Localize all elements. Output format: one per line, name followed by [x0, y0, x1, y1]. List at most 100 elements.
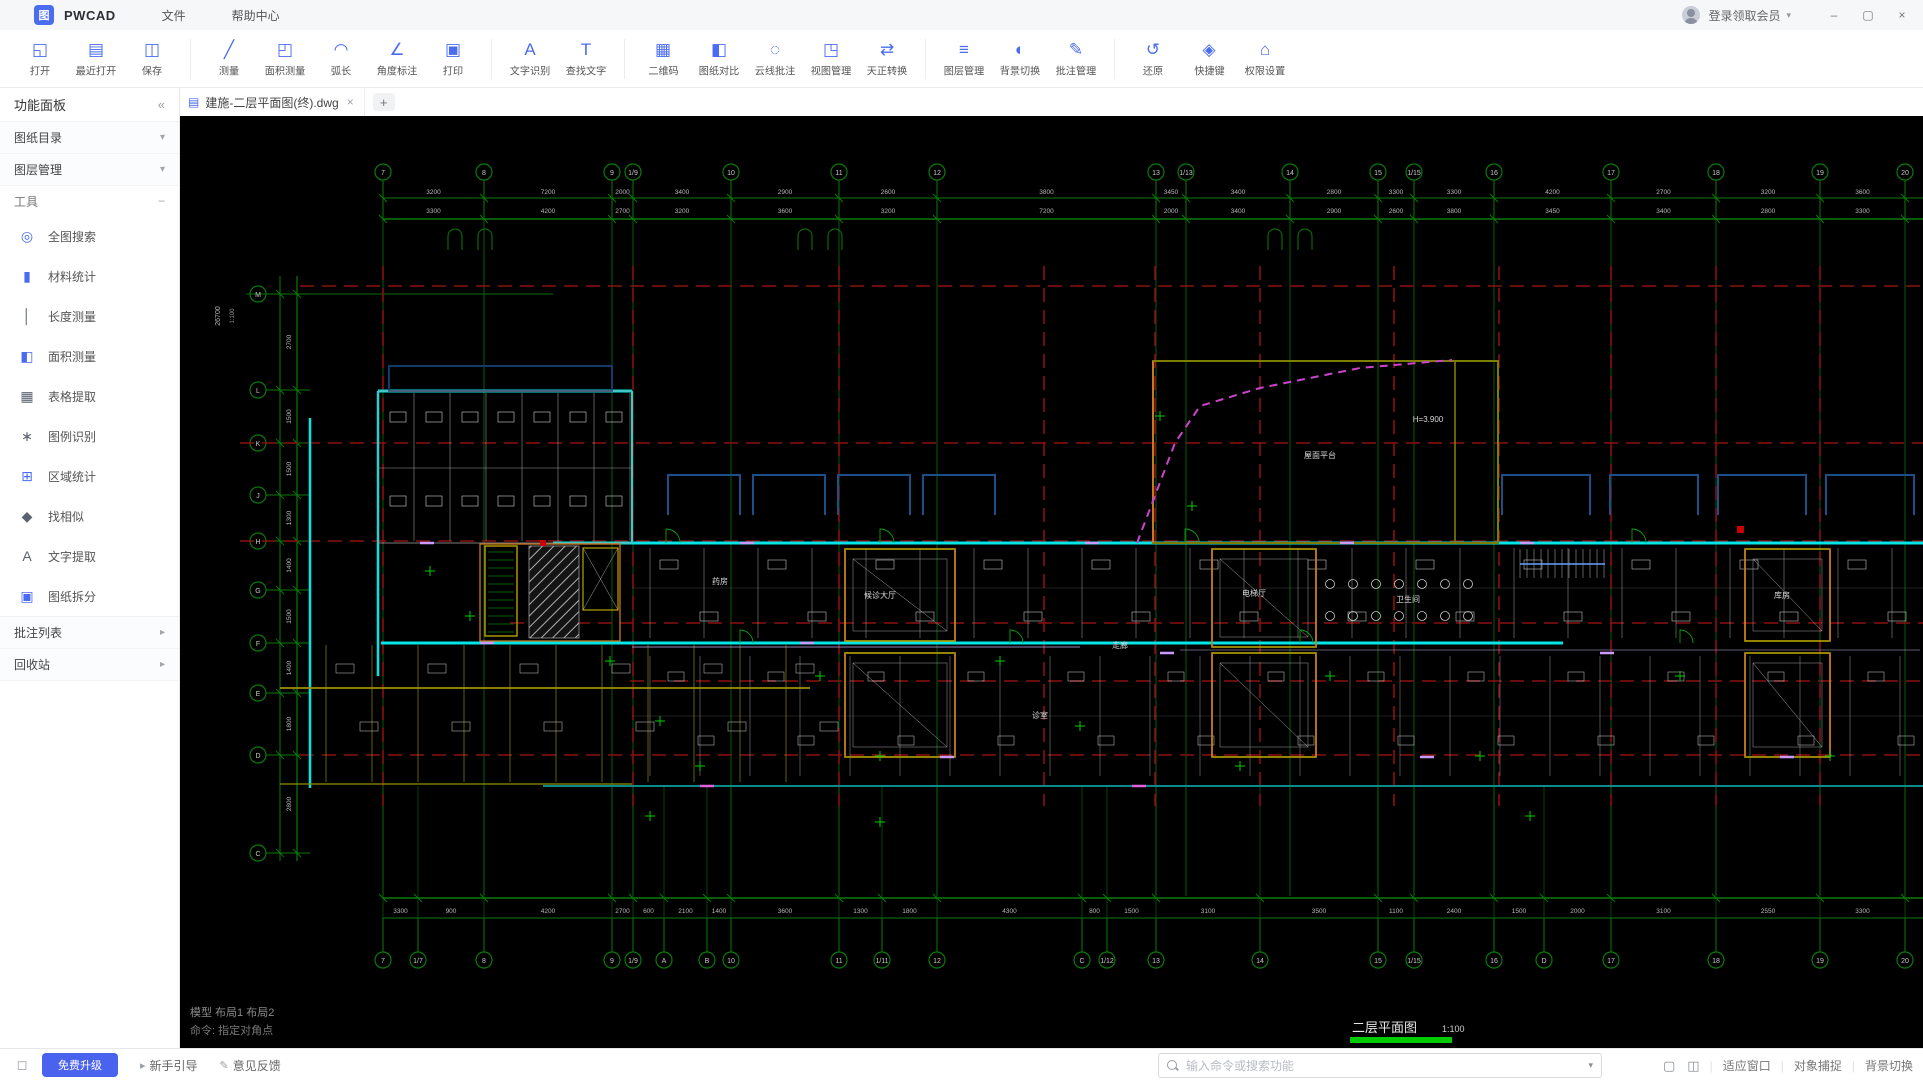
statusbar-item-0[interactable]: 适应窗口: [1723, 1057, 1771, 1074]
statusbar-link-label: 新手引导: [149, 1058, 198, 1073]
svg-text:G: G: [255, 588, 260, 595]
toolbar-permissions-button[interactable]: ⌂ 权限设置: [1237, 36, 1293, 81]
close-button[interactable]: ×: [1885, 0, 1919, 30]
minimize-button[interactable]: –: [1817, 0, 1851, 30]
svg-text:2800: 2800: [286, 796, 293, 811]
sidebar-section-layer-list[interactable]: 图层管理 ▾: [0, 154, 179, 186]
svg-text:走廊: 走廊: [1112, 640, 1128, 650]
tab-close-icon[interactable]: ×: [347, 95, 354, 109]
chevron-down-icon[interactable]: ▾: [160, 164, 165, 175]
svg-text:14: 14: [1256, 958, 1264, 965]
command-dropdown-icon[interactable]: ▾: [1588, 1060, 1593, 1071]
toolbar-layer-manager-button[interactable]: ≡ 图层管理: [936, 36, 992, 81]
toolbar-shortcuts-label: 快捷键: [1193, 66, 1225, 78]
user-caret-icon[interactable]: ▾: [1786, 10, 1791, 21]
status-app-icon[interactable]: ◻: [14, 1057, 30, 1073]
menu-item-1[interactable]: 帮助中心: [232, 7, 280, 24]
statusbar-separator: |: [1780, 1058, 1784, 1073]
drawing-tab-title: 建施-二层平面图(终).dwg: [205, 95, 339, 110]
shortcuts-icon: ◈: [1202, 40, 1216, 59]
toolbar-print-button[interactable]: ▣ 打印: [425, 36, 481, 81]
svg-text:2700: 2700: [1656, 189, 1671, 196]
svg-text:1400: 1400: [286, 558, 293, 573]
toolbar-measure-button[interactable]: ╱ 测量: [201, 36, 257, 81]
toolbar-area-measure-button[interactable]: ◰ 面积测量: [257, 36, 313, 81]
sidebar-item-table-extract[interactable]: ▦ 表格提取: [0, 376, 179, 416]
toolbar-save-button[interactable]: ◫ 保存: [124, 36, 180, 81]
sidebar-item-length-measure[interactable]: │ 长度测量: [0, 296, 179, 336]
svg-text:3400: 3400: [1656, 208, 1671, 215]
statusbar-item-1[interactable]: 对象捕捉: [1794, 1057, 1842, 1074]
sidebar-item-material-stats[interactable]: ▮ 材料统计: [0, 256, 179, 296]
statusbar-item-2[interactable]: 背景切换: [1865, 1057, 1913, 1074]
svg-text:1:100: 1:100: [230, 308, 236, 324]
upgrade-button[interactable]: 免费升级: [42, 1053, 118, 1077]
legend-recognize-icon: ∗: [21, 427, 33, 444]
sidebar-section-recycle-bin[interactable]: 回收站 ▸: [0, 649, 179, 681]
drawing-viewport[interactable]: 7 8 9 1/9 10 11 12 13 1/13 14 15 1/15 16 17 18 19 20 3300…: [180, 116, 1923, 1048]
statusbar-guide-link[interactable]: ▸ 新手引导: [140, 1057, 198, 1074]
toolbar-divider: [1114, 38, 1115, 79]
svg-text:3300: 3300: [1447, 189, 1462, 196]
sidebar-collapse-icon[interactable]: «: [158, 97, 165, 112]
window-view-icon[interactable]: ◫: [1687, 1058, 1699, 1074]
sidebar-item-drawing-split[interactable]: ▣ 图纸拆分: [0, 576, 179, 616]
menu-item-0[interactable]: 文件: [162, 7, 186, 24]
statusbar-link-label: 意见反馈: [232, 1058, 281, 1073]
toolbar-arc-length-button[interactable]: ◠ 弧长: [313, 36, 369, 81]
svg-text:14: 14: [1286, 170, 1294, 177]
toolbar-restore-button[interactable]: ↺ 还原: [1125, 36, 1181, 81]
svg-text:16: 16: [1490, 958, 1498, 965]
toolbar-open-button[interactable]: ◱ 打开: [12, 36, 68, 81]
toolbar-qrcode-button[interactable]: ▦ 二维码: [635, 36, 691, 81]
chevron-right-icon[interactable]: ▸: [160, 659, 165, 670]
svg-text:3400: 3400: [1231, 208, 1246, 215]
svg-text:2550: 2550: [1761, 908, 1776, 915]
toolbar-tz-convert-button[interactable]: ⇄ 天正转换: [859, 36, 915, 81]
toolbar-arc-length-label: 弧长: [330, 66, 352, 78]
sidebar-item-legend-recognize[interactable]: ∗ 图例识别: [0, 416, 179, 456]
statusbar-feedback-link[interactable]: ✎ 意见反馈: [220, 1057, 281, 1074]
toolbar-drawing-compare-button[interactable]: ◧ 图纸对比: [691, 36, 747, 81]
sidebar-section-drawing-catalog[interactable]: 图纸目录 ▾: [0, 122, 179, 154]
svg-text:1400: 1400: [286, 660, 293, 675]
toolbar-shortcuts-button[interactable]: ◈ 快捷键: [1181, 36, 1237, 81]
svg-text:17: 17: [1607, 958, 1615, 965]
toolbar-group-0: ◱ 打开 ▤ 最近打开 ◫ 保存: [12, 36, 180, 81]
chevron-right-icon[interactable]: ▸: [160, 627, 165, 638]
new-tab-button[interactable]: +: [372, 93, 395, 111]
toolbar-markup-manager-button[interactable]: ✎ 批注管理: [1048, 36, 1104, 81]
toolbar-cloud-markup-button[interactable]: ◌ 云线批注: [747, 36, 803, 81]
toolbar-recent-button[interactable]: ▤ 最近打开: [68, 36, 124, 81]
maximize-button[interactable]: ▢: [1851, 0, 1885, 30]
svg-text:1/13: 1/13: [1179, 170, 1193, 177]
toolbar-angle-dim-button[interactable]: ∠ 角度标注: [369, 36, 425, 81]
sidebar-section-markup-list[interactable]: 批注列表 ▸: [0, 617, 179, 649]
toolbar-background-label: 背景切换: [999, 66, 1041, 78]
command-search-input[interactable]: 输入命令或搜索功能 ▾: [1158, 1053, 1602, 1078]
toolbar-text-recognize-button[interactable]: A 文字识别: [502, 36, 558, 81]
toolbar-view-manager-button[interactable]: ◳ 视图管理: [803, 36, 859, 81]
svg-text:C: C: [1079, 958, 1084, 965]
svg-text:3450: 3450: [1545, 208, 1560, 215]
svg-text:3800: 3800: [1039, 189, 1054, 196]
user-login-text[interactable]: 登录领取会员: [1708, 7, 1780, 24]
sidebar-item-full-search[interactable]: ◎ 全图搜索: [0, 216, 179, 256]
app-logo-icon: 图: [34, 5, 54, 25]
sidebar-item-region-stats[interactable]: ⊞ 区域统计: [0, 456, 179, 496]
grid-view-icon[interactable]: ▢: [1663, 1058, 1675, 1074]
chevron-down-icon[interactable]: ▾: [160, 132, 165, 143]
sidebar-item-area-measure[interactable]: ◧ 面积测量: [0, 336, 179, 376]
sidebar-item-text-extract[interactable]: A 文字提取: [0, 536, 179, 576]
drawing-tab[interactable]: ▤ 建施-二层平面图(终).dwg ×: [180, 88, 365, 116]
toolbar-background-button[interactable]: ◐ 背景切换: [992, 36, 1048, 81]
sidebar-item-label: 面积测量: [48, 349, 97, 364]
tools-collapse-icon[interactable]: −: [158, 194, 165, 208]
toolbar-find-text-button[interactable]: T 查找文字: [558, 36, 614, 81]
svg-text:B: B: [705, 958, 710, 965]
user-avatar[interactable]: [1682, 6, 1701, 24]
svg-text:15: 15: [1374, 958, 1382, 965]
sidebar-item-label: 全图搜索: [48, 229, 97, 244]
sidebar-item-find-similar[interactable]: ◆ 找相似: [0, 496, 179, 536]
svg-text:17: 17: [1607, 170, 1615, 177]
